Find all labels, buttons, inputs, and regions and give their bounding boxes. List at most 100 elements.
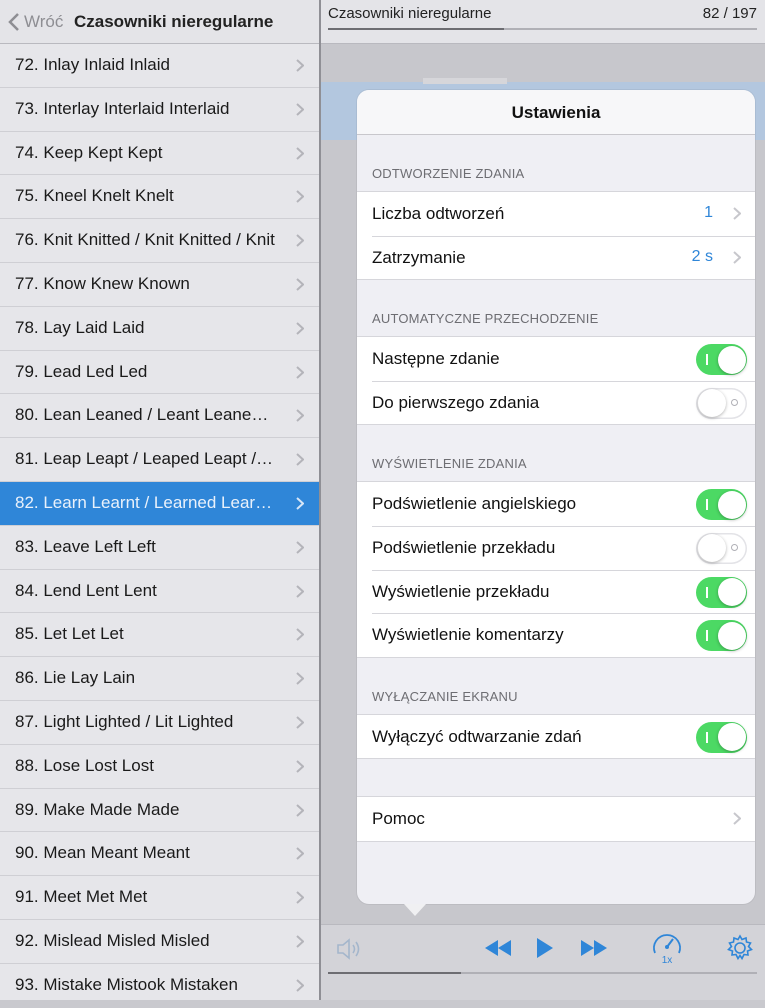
verb-list-item[interactable]: 88. Lose Lost Lost <box>0 745 319 789</box>
sentence-tab <box>423 78 507 84</box>
list-progress-bar <box>328 28 757 30</box>
toggle-switch[interactable] <box>696 387 747 419</box>
toggle-off-mark <box>731 543 738 551</box>
chevron-right-icon <box>296 541 304 554</box>
chevron-right-icon <box>296 322 304 335</box>
chevron-right-icon <box>733 207 741 220</box>
settings-title: Ustawienia <box>511 103 601 122</box>
speaker-button[interactable] <box>335 937 363 966</box>
verb-list-item[interactable]: 90. Mean Meant Meant <box>0 832 319 877</box>
chevron-right-icon <box>296 760 304 773</box>
verb-list-item-label: 80. Lean Leaned / Leant Leaned… <box>15 405 277 425</box>
left-navigation-bar: Wróć Czasowniki nieregularne <box>0 0 319 44</box>
verb-list-item[interactable]: 87. Light Lighted / Lit Lighted <box>0 701 319 745</box>
toggle-knob <box>717 490 746 519</box>
list-progress-fill <box>328 28 504 30</box>
verb-list-item[interactable]: 73. Interlay Interlaid Interlaid <box>0 88 319 132</box>
settings-spacer <box>357 759 755 796</box>
settings-button[interactable] <box>725 933 755 968</box>
play-icon <box>537 938 553 958</box>
chevron-right-icon <box>296 935 304 948</box>
verb-list-item[interactable]: 82. Learn Learnt / Learned Learn… <box>0 481 319 526</box>
settings-section-header: ODTWORZENIE ZDANIA <box>372 166 525 181</box>
settings-cell: Wyłączyć odtwarzanie zdań <box>357 715 755 759</box>
toggle-switch[interactable] <box>696 489 747 521</box>
verb-list-item[interactable]: 86. Lie Lay Lain <box>0 657 319 701</box>
toggle-knob <box>717 621 746 650</box>
verb-list-item-label: 91. Meet Met Met <box>15 887 148 907</box>
toggle-knob <box>717 578 746 607</box>
verb-list-item-label: 77. Know Knew Known <box>15 273 190 293</box>
settings-cell: Następne zdanie <box>357 337 755 381</box>
verb-list-item-label: 85. Let Let Let <box>15 624 124 644</box>
toggle-knob <box>697 389 726 418</box>
toggle-switch[interactable] <box>696 576 747 608</box>
chevron-right-icon <box>296 978 304 992</box>
settings-section-header: WYŚWIETLENIE ZDANIA <box>372 456 527 472</box>
settings-cell: Podświetlenie angielskiego <box>357 482 755 526</box>
verb-list-item[interactable]: 72. Inlay Inlaid Inlaid <box>0 44 319 88</box>
verb-list-item[interactable]: 92. Mislead Misled Misled <box>0 920 319 964</box>
playback-progress-fill <box>328 972 461 974</box>
chevron-right-icon <box>296 716 304 729</box>
verb-list-item-label: 84. Lend Lent Lent <box>15 580 157 600</box>
chevron-right-icon <box>733 250 741 264</box>
settings-cell-label: Wyłączyć odtwarzanie zdań <box>372 726 582 746</box>
settings-cell: Do pierwszego zdania <box>357 380 755 425</box>
verb-list-item[interactable]: 74. Keep Kept Kept <box>0 132 319 176</box>
chevron-right-icon <box>296 365 304 379</box>
verb-list-item-label: 76. Knit Knitted / Knit Knitted / Knit <box>15 230 275 250</box>
verb-list-item[interactable]: 84. Lend Lent Lent <box>0 570 319 614</box>
fast-forward-button[interactable] <box>579 938 609 963</box>
settings-group: Podświetlenie angielskiego Podświetlenie … <box>357 481 755 658</box>
settings-cell[interactable]: Liczba odtworzeń 1 <box>357 192 755 236</box>
verb-list-item[interactable]: 85. Let Let Let <box>0 613 319 658</box>
settings-cell[interactable]: Zatrzymanie 2 s <box>357 235 755 280</box>
verb-list-item[interactable]: 79. Lead Led Led <box>0 351 319 395</box>
chevron-right-icon <box>296 584 304 598</box>
settings-cell-label: Podświetlenie przekładu <box>372 537 556 557</box>
toggle-on-mark <box>706 499 708 511</box>
toggle-switch[interactable] <box>696 620 747 652</box>
verb-list-item-label: 87. Light Lighted / Lit Lighted <box>15 711 234 731</box>
verb-list-item[interactable]: 81. Leap Leapt / Leaped Leapt /… <box>0 438 319 482</box>
chevron-right-icon <box>296 59 304 72</box>
rewind-button[interactable] <box>483 938 513 963</box>
verb-list-pane: Wróć Czasowniki nieregularne 72. Inlay I… <box>0 0 319 1000</box>
help-cell[interactable]: Pomoc <box>357 797 755 841</box>
toggle-on-mark <box>706 586 708 598</box>
chevron-right-icon <box>296 190 304 204</box>
toggle-on-mark <box>706 354 708 366</box>
verb-list-item[interactable]: 80. Lean Leaned / Leant Leaned… <box>0 394 319 439</box>
verb-list-item-label: 79. Lead Led Led <box>15 361 148 381</box>
toggle-on-mark <box>706 731 708 743</box>
chevron-right-icon <box>733 812 741 826</box>
toggle-switch[interactable] <box>696 721 747 753</box>
verb-list-item-label: 72. Inlay Inlaid Inlaid <box>15 55 170 74</box>
toggle-knob <box>717 723 746 752</box>
verb-list-item[interactable]: 93. Mistake Mistook Mistaken <box>0 964 319 1008</box>
settings-cell-value: 2 s <box>691 247 713 265</box>
chevron-right-icon <box>296 278 304 291</box>
play-button[interactable] <box>535 936 555 965</box>
verb-list-item[interactable]: 75. Kneel Knelt Knelt <box>0 175 319 220</box>
verb-list-item[interactable]: 78. Lay Laid Laid <box>0 307 319 351</box>
back-button[interactable]: Wróć <box>8 10 63 34</box>
verb-list-item[interactable]: 77. Know Knew Known <box>0 263 319 307</box>
verb-list-item[interactable]: 83. Leave Left Left <box>0 526 319 570</box>
settings-cell: Wyświetlenie komentarzy <box>357 613 755 657</box>
verb-list-item[interactable]: 91. Meet Met Met <box>0 876 319 920</box>
settings-cell-value: 1 <box>704 204 713 221</box>
toggle-switch[interactable] <box>696 344 747 376</box>
toggle-knob <box>717 345 746 374</box>
toggle-on-mark <box>706 630 708 642</box>
sentence-counter: 82 / 197 <box>702 5 757 22</box>
verb-list-item[interactable]: 89. Make Made Made <box>0 789 319 833</box>
playback-progress-bar[interactable] <box>328 972 757 974</box>
toggle-knob <box>697 534 726 563</box>
toggle-switch[interactable] <box>696 532 747 564</box>
verb-list-item[interactable]: 76. Knit Knitted / Knit Knitted / Knit <box>0 219 319 263</box>
verb-list-item-label: 73. Interlay Interlaid Interlaid <box>15 98 230 118</box>
speed-button[interactable]: 1x <box>651 931 683 969</box>
settings-cell-label: Wyświetlenie przekładu <box>372 581 550 601</box>
